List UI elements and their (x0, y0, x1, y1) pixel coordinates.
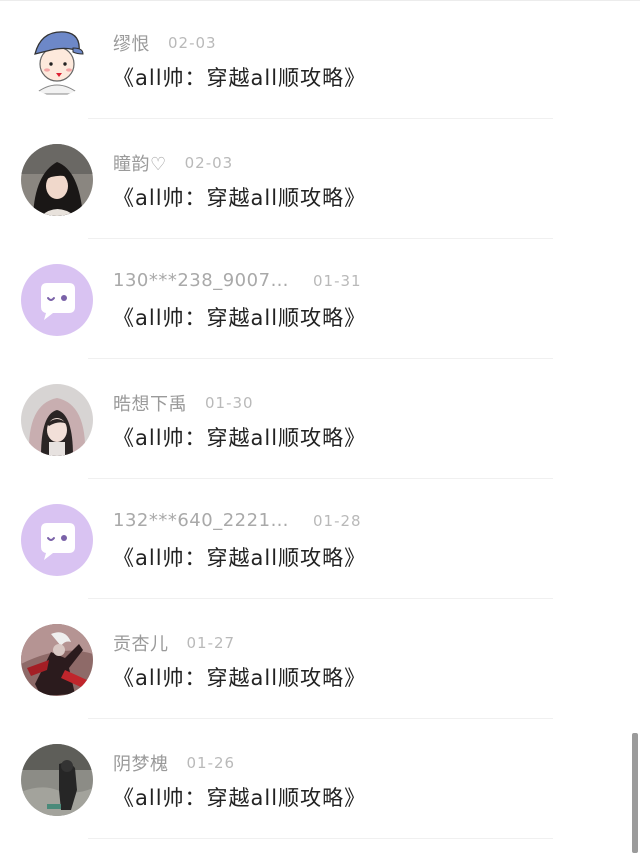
comment-date: 02-03 (168, 34, 217, 52)
row-divider (88, 598, 553, 599)
book-title[interactable]: 《all帅：穿越all顺攻略》 (113, 782, 366, 812)
row-divider (88, 238, 553, 239)
list-item[interactable]: 130***238_9007728… 01-31 《all帅：穿越all顺攻略》 (0, 240, 640, 359)
comment-date: 01-26 (186, 754, 236, 772)
comment-meta: 瞳韵♡ 02-03 (113, 150, 233, 176)
default-chat-avatar[interactable] (21, 504, 93, 576)
user-name[interactable]: 缪恨 (113, 30, 150, 56)
scrollbar[interactable] (632, 733, 638, 853)
game-character-avatar[interactable] (21, 624, 93, 696)
comment-meta: 132***640_2221314… 01-28 (113, 510, 362, 536)
user-name[interactable]: 贡杏儿 (113, 630, 169, 656)
book-title[interactable]: 《all帅：穿越all顺攻略》 (113, 62, 366, 92)
row-divider (88, 358, 553, 359)
comment-meta: 缪恨 02-03 (113, 30, 217, 56)
cartoon-boy-avatar[interactable] (21, 24, 93, 96)
comment-meta: 阴梦槐 01-26 (113, 750, 235, 776)
user-name[interactable]: 阴梦槐 (113, 750, 169, 776)
book-title[interactable]: 《all帅：穿越all顺攻略》 (113, 662, 366, 692)
comment-date: 01-27 (186, 634, 236, 652)
comment-date: 01-31 (313, 271, 362, 290)
user-name[interactable]: 晧想下禹 (113, 390, 187, 416)
comment-date: 01-30 (205, 394, 254, 412)
row-divider (88, 118, 553, 119)
book-title[interactable]: 《all帅：穿越all顺攻略》 (113, 182, 366, 212)
row-divider (88, 838, 553, 839)
user-name[interactable]: 瞳韵♡ (113, 150, 167, 176)
girl-photo-avatar[interactable] (21, 144, 93, 216)
dark-photo-avatar[interactable] (21, 744, 93, 816)
list-item[interactable]: 缪恨 02-03 《all帅：穿越all顺攻略》 (0, 0, 640, 119)
comment-meta: 晧想下禹 01-30 (113, 390, 254, 416)
list-item[interactable]: 晧想下禹 01-30 《all帅：穿越all顺攻略》 (0, 360, 640, 479)
comment-meta: 贡杏儿 01-27 (113, 630, 235, 656)
list-item[interactable]: 贡杏儿 01-27 《all帅：穿越all顺攻略》 (0, 600, 640, 719)
book-title[interactable]: 《all帅：穿越all顺攻略》 (113, 302, 366, 332)
row-divider (88, 718, 553, 719)
list-item[interactable]: 瞳韵♡ 02-03 《all帅：穿越all顺攻略》 (0, 120, 640, 239)
list-item[interactable]: 阴梦槐 01-26 《all帅：穿越all顺攻略》 (0, 720, 640, 839)
row-divider (88, 478, 553, 479)
hooded-photo-avatar[interactable] (21, 384, 93, 456)
book-title[interactable]: 《all帅：穿越all顺攻略》 (113, 422, 366, 452)
default-chat-avatar[interactable] (21, 264, 93, 336)
comment-date: 01-28 (313, 511, 362, 530)
user-name[interactable]: 132***640_2221314… (113, 510, 295, 531)
user-name[interactable]: 130***238_9007728… (113, 270, 295, 291)
book-title[interactable]: 《all帅：穿越all顺攻略》 (113, 542, 366, 572)
comment-date: 02-03 (184, 154, 234, 172)
list-item[interactable]: 132***640_2221314… 01-28 《all帅：穿越all顺攻略》 (0, 480, 640, 599)
comment-meta: 130***238_9007728… 01-31 (113, 270, 362, 296)
